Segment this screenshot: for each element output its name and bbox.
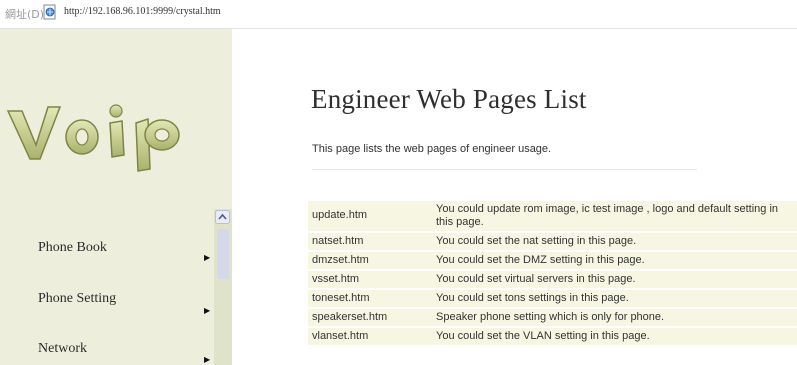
menu-label: Phone Book <box>38 240 107 255</box>
page-description-cell: You could set virtual servers in this pa… <box>436 273 636 285</box>
table-row: natset.htm You could set the nat setting… <box>308 233 797 250</box>
divider <box>312 169 697 170</box>
engineer-pages-table: update.htm You could update rom image, i… <box>308 201 797 347</box>
scroll-thumb[interactable] <box>217 229 229 279</box>
menu-label: Network <box>38 341 87 356</box>
page-link[interactable]: vsset.htm <box>308 271 430 288</box>
submenu-arrow-icon: ▶ <box>204 355 211 364</box>
page-link[interactable]: vlanset.htm <box>308 328 430 345</box>
table-row: update.htm You could update rom image, i… <box>308 201 797 231</box>
voip-logo <box>2 93 222 173</box>
table-row: speakerset.htm Speaker phone setting whi… <box>308 309 797 326</box>
table-row: vlanset.htm You could set the VLAN setti… <box>308 328 797 345</box>
page-description-cell: You could set tons settings in this page… <box>436 292 629 304</box>
page-description-cell: Speaker phone setting which is only for … <box>436 311 665 323</box>
table-row: vsset.htm You could set virtual servers … <box>308 271 797 288</box>
menu-label: Phone Setting <box>38 291 117 306</box>
url-text: http://192.168.96.101:9999/crystal.htm <box>64 6 221 17</box>
url-field[interactable]: http://192.168.96.101:9999/crystal.htm <box>62 3 797 23</box>
menu-item-network[interactable]: Network <box>38 341 87 357</box>
submenu-arrow-icon: ▶ <box>204 253 211 262</box>
sidebar-scrollbar[interactable] <box>214 209 232 365</box>
address-bar: 網址(D) http://192.168.96.101:9999/crystal… <box>0 0 797 29</box>
page-link[interactable]: speakerset.htm <box>308 309 430 326</box>
page-description-cell: You could set the DMZ setting in this pa… <box>436 254 645 266</box>
page-link[interactable]: update.htm <box>308 201 430 231</box>
left-nav-frame: Phone Book ▶ Phone Setting ▶ Network ▶ <box>0 29 232 365</box>
table-row: toneset.htm You could set tons settings … <box>308 290 797 307</box>
scroll-up-arrow-icon[interactable] <box>215 210 230 224</box>
page-title: Engineer Web Pages List <box>311 84 587 114</box>
menu-item-phone-setting[interactable]: Phone Setting <box>38 291 116 307</box>
page-description: This page lists the web pages of enginee… <box>312 143 552 155</box>
web-page-icon <box>42 4 58 20</box>
page-description-cell: You could set the VLAN setting in this p… <box>436 330 650 342</box>
page-link[interactable]: toneset.htm <box>308 290 430 307</box>
content-frame: Engineer Web Pages List This page lists … <box>232 29 797 365</box>
page-description-cell: You could update rom image, ic test imag… <box>436 203 779 228</box>
page-description-cell: You could set the nat setting in this pa… <box>436 235 637 247</box>
address-label: 網址(D) <box>5 8 45 21</box>
table-row: dmzset.htm You could set the DMZ setting… <box>308 252 797 269</box>
menu-item-phone-book[interactable]: Phone Book <box>38 240 107 256</box>
page-link[interactable]: natset.htm <box>308 233 430 250</box>
page-link[interactable]: dmzset.htm <box>308 252 430 269</box>
submenu-arrow-icon: ▶ <box>204 306 211 315</box>
